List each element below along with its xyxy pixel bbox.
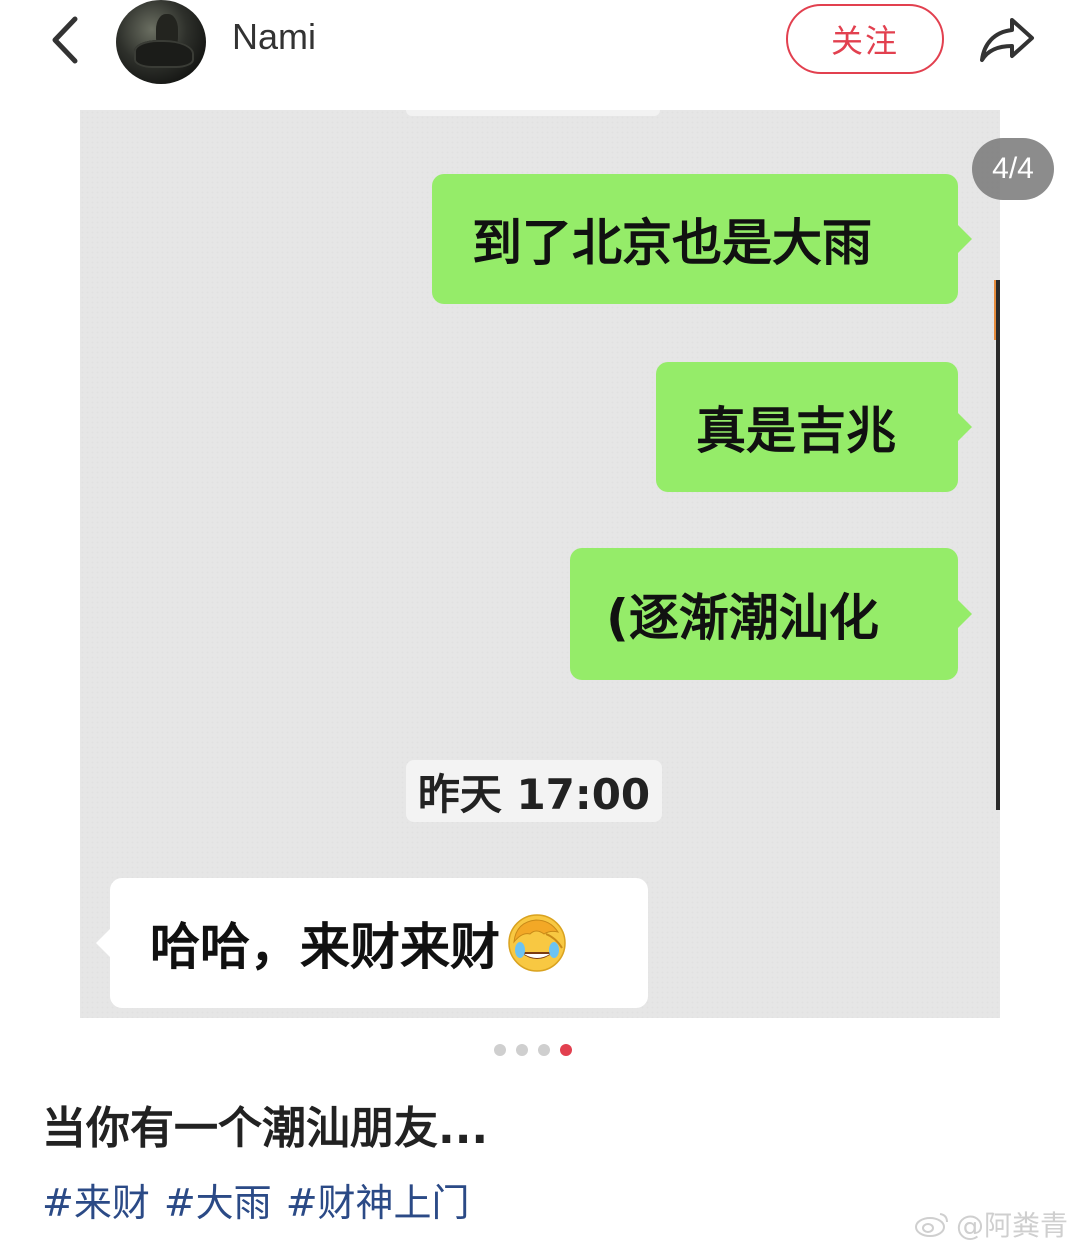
pagination-dot[interactable] — [494, 1044, 506, 1056]
message-text: 哈哈，来财来财 — [150, 918, 500, 976]
watermark: @阿粪青 — [914, 1204, 1068, 1244]
avatar-bike-shape — [134, 40, 194, 68]
username[interactable]: Nami — [232, 16, 316, 58]
message-text: 真是吉兆 — [696, 402, 896, 460]
cropped-timestamp-edge — [406, 110, 660, 116]
avatar-edge-strip — [994, 280, 1000, 810]
face-palm-emoji-icon — [506, 912, 568, 974]
message-text: (逐渐潮汕化 — [606, 589, 879, 647]
pagination-dot-active[interactable] — [560, 1044, 572, 1056]
chat-bubble-sent: (逐渐潮汕化 — [570, 548, 972, 680]
share-button[interactable] — [976, 10, 1038, 70]
page-indicator-badge: 4/4 — [972, 138, 1054, 200]
pagination-dot[interactable] — [538, 1044, 550, 1056]
post-image[interactable]: 到了北京也是大雨 真是吉兆 (逐渐潮汕化 昨天 17:00 哈哈，来财来财 — [80, 110, 1000, 1018]
chat-bubble-sent: 真是吉兆 — [656, 362, 972, 492]
watermark-text: @阿粪青 — [955, 1209, 1068, 1242]
share-arrow-icon — [980, 18, 1034, 62]
message-text: 到了北京也是大雨 — [472, 214, 872, 272]
chat-timestamp: 昨天 17:00 — [406, 760, 662, 822]
post-tags: #来财 #大雨 #财神上门 — [42, 1172, 470, 1227]
post-header: Nami 关注 — [0, 0, 1080, 90]
chat-bubble-sent: 到了北京也是大雨 — [432, 174, 972, 304]
pagination-dots — [494, 1044, 572, 1056]
follow-button[interactable]: 关注 — [786, 4, 944, 74]
chevron-left-icon — [52, 16, 78, 64]
avatar[interactable] — [116, 0, 206, 84]
hashtag-link[interactable]: #财神上门 — [286, 1172, 470, 1227]
pagination-dot[interactable] — [516, 1044, 528, 1056]
weibo-logo-icon — [914, 1213, 948, 1237]
hashtag-link[interactable]: #大雨 — [164, 1172, 272, 1227]
hashtag-link[interactable]: #来财 — [42, 1172, 150, 1227]
back-button[interactable] — [40, 12, 90, 68]
post-caption: 当你有一个潮汕朋友... — [42, 1103, 489, 1154]
chat-bubble-received: 哈哈，来财来财 — [96, 878, 648, 1008]
